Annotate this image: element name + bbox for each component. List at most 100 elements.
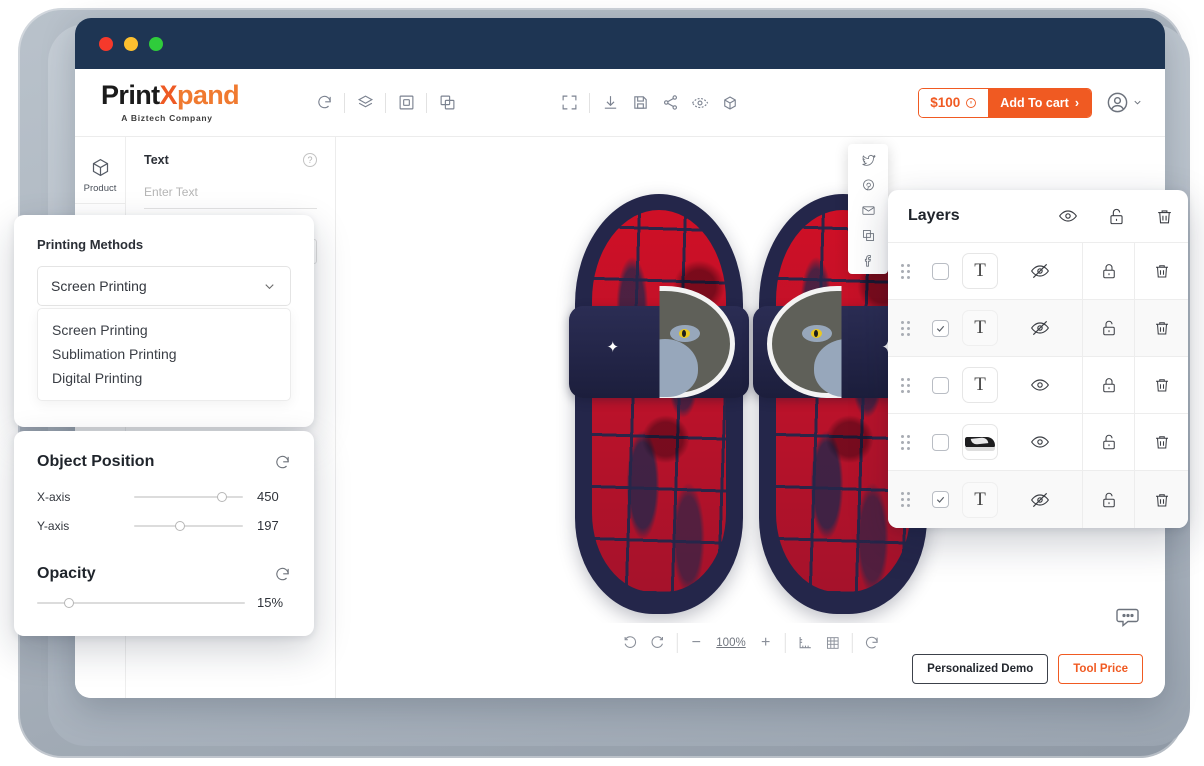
layer-lock-unlocked-icon[interactable]: [1082, 300, 1134, 356]
pinterest-icon[interactable]: [861, 178, 876, 193]
price-info-icon[interactable]: [965, 97, 977, 109]
add-to-cart-button[interactable]: Add To cart ›: [988, 88, 1091, 117]
table-row[interactable]: [888, 414, 1188, 471]
fullscreen-icon[interactable]: [554, 88, 584, 118]
gorilla-eye-right: [669, 324, 700, 342]
layer-delete-icon[interactable]: [1134, 414, 1188, 470]
opacity-slider-knob[interactable]: [64, 597, 75, 608]
share-popup: [848, 144, 888, 274]
drag-handle-icon[interactable]: [888, 492, 922, 507]
y-axis-row: Y-axis 197: [37, 518, 291, 533]
save-icon[interactable]: [625, 88, 655, 118]
logo-part-print: Print: [101, 80, 160, 110]
y-axis-slider-knob[interactable]: [175, 520, 186, 531]
zoom-in-button[interactable]: +: [752, 630, 780, 656]
layer-thumbnail-text[interactable]: T: [962, 481, 998, 518]
table-row[interactable]: T: [888, 471, 1188, 528]
layer-checkbox-checked[interactable]: [931, 491, 949, 508]
drag-handle-icon[interactable]: [888, 263, 922, 279]
layer-visibility-toggle-visible[interactable]: [998, 432, 1082, 452]
undo-icon[interactable]: [615, 630, 643, 656]
printing-method-option-screen[interactable]: Screen Printing: [38, 318, 290, 342]
download-icon[interactable]: [595, 88, 625, 118]
table-row[interactable]: T: [888, 300, 1188, 357]
canvas-reset-icon[interactable]: [858, 630, 886, 656]
x-axis-slider[interactable]: [134, 491, 243, 502]
personalized-demo-button[interactable]: Personalized Demo: [912, 654, 1049, 684]
layers-title: Layers: [908, 207, 960, 224]
drag-handle-icon[interactable]: [888, 434, 922, 450]
ruler-icon[interactable]: [791, 630, 819, 656]
layer-visibility-toggle-visible[interactable]: [998, 375, 1082, 395]
layer-checkbox[interactable]: [931, 433, 949, 451]
rail-item-product[interactable]: Product: [75, 149, 126, 204]
facebook-icon[interactable]: [861, 253, 876, 268]
layer-lock-unlocked-icon[interactable]: [1082, 471, 1134, 528]
brand-logo[interactable]: PrintXpand A Biztech Company: [89, 80, 309, 124]
object-position-title: Object Position: [37, 453, 155, 470]
layer-lock-locked-icon[interactable]: [1082, 243, 1134, 299]
table-row[interactable]: T: [888, 357, 1188, 414]
layer-delete-icon[interactable]: [1134, 471, 1188, 528]
window-maximize-button[interactable]: [149, 36, 163, 51]
x-axis-slider-knob[interactable]: [216, 491, 227, 502]
layer-checkbox[interactable]: [931, 376, 949, 394]
opacity-slider[interactable]: [37, 597, 245, 608]
x-axis-label: X-axis: [37, 489, 71, 504]
history-reset-icon[interactable]: [309, 88, 339, 118]
email-icon[interactable]: [861, 203, 876, 218]
grid-icon[interactable]: [819, 630, 847, 656]
opacity-reset-icon[interactable]: [274, 566, 291, 583]
layer-checkbox[interactable]: [931, 262, 949, 280]
layer-thumbnail-text[interactable]: T: [962, 310, 998, 346]
printing-method-option-sublimation[interactable]: Sublimation Printing: [38, 342, 290, 366]
printing-method-select[interactable]: Screen Printing: [37, 266, 291, 306]
three-d-view-icon[interactable]: [715, 88, 745, 118]
eye-icon[interactable]: [1044, 206, 1092, 226]
drag-handle-icon[interactable]: [888, 320, 922, 336]
rail-label-product: Product: [83, 183, 117, 194]
gorilla-pupil: [678, 328, 690, 338]
zoom-level-value[interactable]: 100%: [710, 637, 751, 649]
redo-icon[interactable]: [643, 630, 671, 656]
user-menu[interactable]: [1106, 91, 1143, 114]
twitter-icon[interactable]: [861, 153, 876, 168]
frame-icon[interactable]: [391, 88, 421, 118]
layer-thumbnail-text[interactable]: T: [962, 253, 998, 289]
y-axis-slider[interactable]: [134, 520, 243, 531]
layer-visibility-toggle-hidden[interactable]: [998, 261, 1082, 281]
layer-thumbnail-shoe[interactable]: [962, 424, 998, 460]
text-panel-title: Text: [144, 153, 169, 167]
layer-lock-locked-icon[interactable]: [1082, 357, 1134, 413]
drag-handle-icon[interactable]: [888, 377, 922, 393]
object-position-reset-icon[interactable]: [274, 454, 291, 471]
layer-thumbnail-text[interactable]: T: [962, 367, 998, 403]
layers-card: Layers T T T T: [888, 190, 1188, 528]
zoom-out-button[interactable]: −: [682, 630, 710, 656]
printing-method-option-digital[interactable]: Digital Printing: [38, 366, 290, 390]
layer-checkbox-checked[interactable]: [931, 319, 949, 337]
copy-icon[interactable]: [861, 228, 876, 243]
tool-price-button[interactable]: Tool Price: [1058, 654, 1143, 684]
share-icon[interactable]: [655, 88, 685, 118]
help-icon[interactable]: ?: [303, 153, 317, 167]
layer-delete-icon[interactable]: [1134, 357, 1188, 413]
duplicate-icon[interactable]: [432, 88, 462, 118]
price-display[interactable]: $100: [919, 88, 989, 117]
opacity-value: 15%: [257, 595, 284, 610]
layer-visibility-toggle-hidden[interactable]: [998, 318, 1082, 338]
text-input[interactable]: [144, 183, 317, 209]
preview-icon[interactable]: [685, 88, 715, 118]
layer-lock-unlocked-icon[interactable]: [1082, 414, 1134, 470]
unlock-icon[interactable]: [1092, 207, 1140, 226]
layer-visibility-toggle-hidden[interactable]: [998, 490, 1082, 510]
layer-delete-icon[interactable]: [1134, 243, 1188, 299]
chat-icon[interactable]: [1113, 606, 1141, 636]
table-row[interactable]: T: [888, 243, 1188, 300]
window-minimize-button[interactable]: [124, 36, 138, 51]
layer-delete-icon[interactable]: [1134, 300, 1188, 356]
divider: [344, 92, 345, 113]
trash-icon[interactable]: [1140, 207, 1188, 226]
window-close-button[interactable]: [99, 36, 113, 51]
layers-icon[interactable]: [350, 88, 380, 118]
